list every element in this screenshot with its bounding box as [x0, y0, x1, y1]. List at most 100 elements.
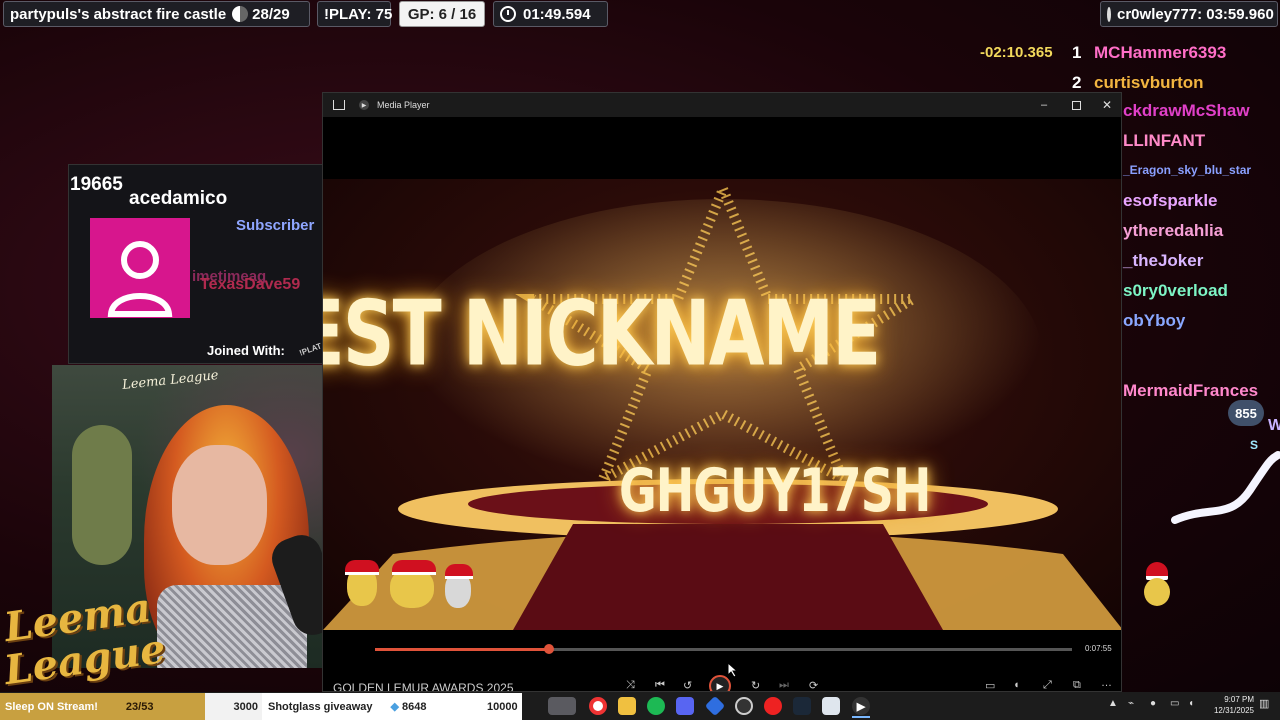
miniplayer-icon[interactable]: ⧉: [1073, 679, 1081, 691]
seek-thumb[interactable]: [544, 644, 555, 654]
chat-fragment-w: W: [1268, 417, 1280, 434]
rewind-icon[interactable]: ↺: [683, 679, 692, 691]
obs-icon[interactable]: [735, 697, 753, 715]
chrome-icon[interactable]: [589, 697, 607, 715]
captions-icon[interactable]: ▭: [985, 679, 995, 691]
speaker-icon[interactable]: ◖: [1188, 698, 1194, 709]
previous-icon[interactable]: ⏮: [655, 679, 665, 691]
steam-icon[interactable]: [793, 697, 811, 715]
record-pill: cr0wley777: 03:59.960: [1100, 1, 1278, 27]
globe-icon: [1107, 6, 1111, 22]
taskbar-app-white-icon[interactable]: [822, 697, 840, 715]
chat-name: ckdrawMcShaw: [1123, 101, 1250, 120]
media-player-icon: ▶: [359, 100, 369, 110]
award-winner: GHGUY17SH: [619, 454, 931, 526]
ticker-bits-segment: 10000: [487, 693, 522, 720]
leaderboard-name-2: curtisvburton: [1094, 73, 1204, 92]
play-count: !PLAY: 75: [324, 5, 393, 23]
display-icon[interactable]: ▭: [1170, 698, 1179, 709]
microphone-icon[interactable]: ●: [1150, 698, 1156, 709]
progress-circle-icon: [232, 6, 249, 22]
user-icon: [107, 241, 173, 317]
joined-label: Joined With:: [207, 343, 285, 358]
person-face: [172, 445, 267, 565]
seek-bar-fill: [375, 648, 550, 651]
close-icon[interactable]: ✕: [1102, 98, 1112, 112]
follower-count: 19665: [70, 174, 123, 195]
timer-value: 01:49.594: [523, 5, 591, 23]
ticker-bits-value: 10000: [487, 700, 518, 713]
subscriber-label: Subscriber: [236, 217, 315, 234]
player-titlebar: ▶ Media Player – ✕: [323, 93, 1121, 117]
leaderboard-name-1: MCHammer6393: [1094, 43, 1227, 62]
castle-progress: 28/29: [252, 5, 290, 23]
clock-icon: [500, 6, 516, 22]
plush-toy: [72, 425, 132, 565]
bottom-video-title: GOLDEN LEMUR AWARDS 2025: [333, 681, 514, 692]
ghost-name-2: TexasDave59: [200, 276, 301, 293]
home-icon[interactable]: [333, 100, 345, 110]
repeat-icon[interactable]: ⟳: [809, 679, 818, 691]
mouse-cursor-icon: [727, 662, 739, 678]
record-value: cr0wley777: 03:59.960: [1117, 5, 1274, 23]
duration-label: 0:07:55: [1085, 644, 1112, 653]
ticker-sleep-text: Sleep ON Stream!: [5, 700, 98, 713]
chat-name: obYboy: [1123, 311, 1186, 330]
file-explorer-icon[interactable]: [618, 697, 636, 715]
chat-name: _theJoker: [1123, 251, 1204, 270]
award-headline: BEST NICKNAME: [323, 280, 881, 386]
chat-name: esofsparkle: [1123, 191, 1218, 210]
santa-lemur-emote: [1140, 562, 1174, 608]
leaderboard-delta: -02:10.365: [980, 44, 1053, 61]
points-value: 855: [1235, 405, 1257, 421]
ticker-sleep-segment: Sleep ON Stream! 23/53: [0, 693, 205, 720]
minimize-icon[interactable]: –: [1041, 99, 1047, 111]
shuffle-icon[interactable]: ⤨: [626, 679, 635, 691]
ticker-goal-value: 3000: [233, 700, 258, 713]
timer-pill: 01:49.594: [493, 1, 608, 27]
points-badge: 855: [1228, 400, 1264, 426]
fullscreen-icon[interactable]: ⤢: [1043, 679, 1052, 691]
chat-name: MermaidFrances: [1123, 381, 1259, 400]
active-app-indicator: [852, 716, 870, 718]
chat-name: _Eragon_sky_blu_star: [1123, 163, 1252, 177]
tray-clock[interactable]: 9:07 PM 12/31/2025: [1206, 694, 1254, 716]
ribbon-decoration: [1171, 451, 1280, 524]
santa-emote-row: [345, 560, 480, 620]
media-player-taskbar-icon[interactable]: ▶: [852, 697, 870, 715]
chat-name: LLINFANT: [1123, 131, 1206, 150]
seek-bar[interactable]: [375, 644, 1072, 654]
leaderboard-rank-1: 1: [1072, 43, 1082, 62]
chat-name: s0ry0verload: [1123, 281, 1228, 300]
leaderboard-rank-2: 2: [1072, 73, 1082, 92]
notification-bell-icon[interactable]: ▥: [1259, 697, 1269, 710]
taskbar-app-jet-icon[interactable]: [548, 697, 576, 715]
leema-league-logo: Leema League: [1, 584, 168, 696]
castle-title-pill: partypuls's abstract fire castle 28/29: [3, 1, 310, 27]
next-icon[interactable]: ⏭: [779, 679, 789, 691]
tray-time: 9:07 PM: [1224, 695, 1254, 704]
tray-network-icon[interactable]: ⌁: [1128, 698, 1134, 709]
discord-icon[interactable]: [676, 697, 694, 715]
gp-pill: GP: 6 / 16: [399, 1, 485, 27]
maximize-icon[interactable]: [1072, 100, 1081, 110]
more-options-icon[interactable]: …: [1101, 677, 1112, 689]
chat-name: ytheredahlia: [1123, 221, 1224, 240]
tray-date: 12/31/2025: [1213, 706, 1254, 715]
window-title: Media Player: [377, 100, 430, 110]
play-count-pill: !PLAY: 75: [317, 1, 393, 27]
forward-icon[interactable]: ↻: [751, 679, 760, 691]
castle-title: partypuls's abstract fire castle: [10, 5, 227, 23]
volume-icon[interactable]: ◖: [1013, 679, 1020, 691]
ticker-gem-value: 8648: [402, 700, 427, 713]
ticker-giveaway-text: Shotglass giveaway: [268, 700, 373, 713]
tray-overflow-icon[interactable]: ▲: [1108, 698, 1118, 709]
gem-icon: ◆: [390, 701, 400, 713]
spotify-icon[interactable]: [647, 697, 665, 715]
ticker-sleep-value: 23/53: [125, 700, 154, 713]
taskbar-app-red-icon[interactable]: [764, 697, 782, 715]
gp-count: GP: 6 / 16: [407, 5, 477, 23]
ticker-goal-segment: 3000: [205, 693, 262, 720]
follower-username: acedamico: [129, 188, 228, 209]
ticker-giveaway-segment: Shotglass giveaway ◆ 8648: [262, 693, 487, 720]
